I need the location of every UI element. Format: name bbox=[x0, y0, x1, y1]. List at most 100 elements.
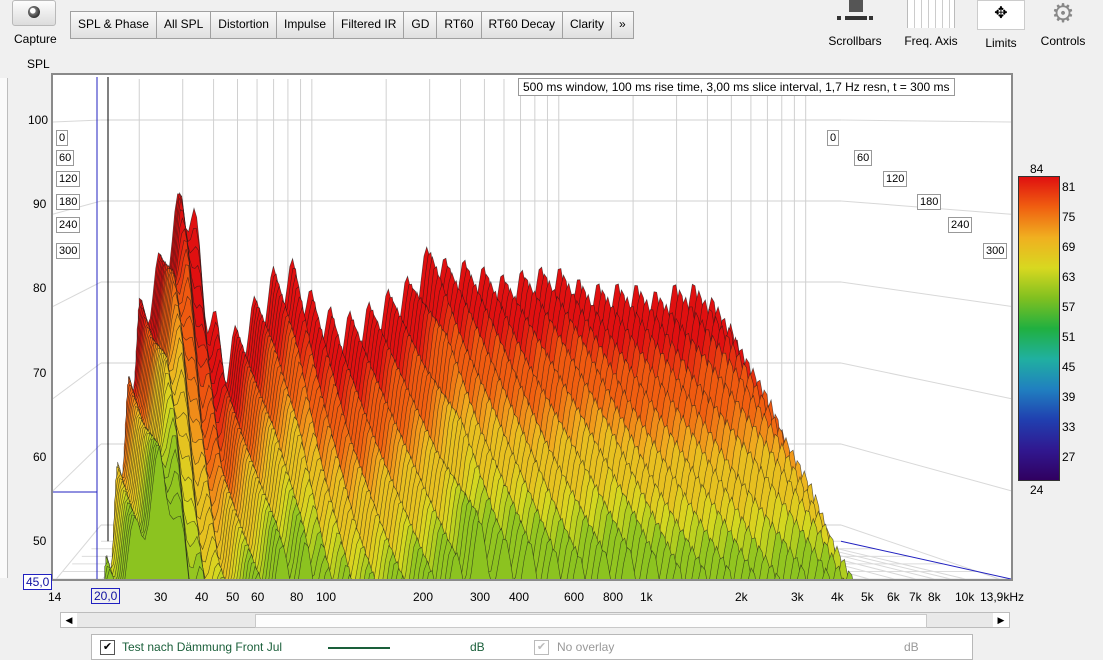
y-cursor-readout: 45,0 bbox=[23, 574, 53, 590]
colorbar-tick: 27 bbox=[1062, 450, 1076, 464]
y-axis-title: SPL bbox=[27, 57, 50, 71]
y-tick-label: 90 bbox=[33, 197, 47, 211]
x-tick-label: 800 bbox=[603, 590, 624, 604]
freq-axis-label: Freq. Axis bbox=[904, 34, 958, 48]
x-tick-label: 50 bbox=[226, 590, 240, 604]
colorbar-tick: 75 bbox=[1062, 210, 1076, 224]
colorbar-tick: 39 bbox=[1062, 390, 1076, 404]
scroll-left-arrow-icon[interactable]: ◀ bbox=[61, 613, 77, 627]
colorbar-tick: 69 bbox=[1062, 240, 1076, 254]
time-tick-right: 180 bbox=[917, 194, 942, 210]
gear-icon: ⚙ bbox=[1051, 0, 1075, 28]
grid-line bbox=[840, 119, 1011, 123]
info-text: 500 ms window, 100 ms rise time, 3,00 ms… bbox=[518, 78, 955, 96]
x-tick-label: 5k bbox=[861, 590, 874, 604]
freq-axis-icon bbox=[907, 0, 955, 28]
capture-button[interactable] bbox=[12, 0, 56, 26]
time-tick-left: 180 bbox=[56, 194, 81, 210]
time-tick-left: 60 bbox=[56, 150, 75, 166]
grid-line bbox=[53, 443, 102, 492]
x-tick-label: 1k bbox=[640, 590, 653, 604]
x-tick-label: 14 bbox=[48, 590, 62, 604]
tab-more[interactable]: » bbox=[612, 12, 633, 38]
x-tick-label: 10k bbox=[955, 590, 975, 604]
trace-label: Test nach Dämmung Front Jul bbox=[122, 640, 283, 654]
time-tick-left: 240 bbox=[56, 217, 81, 233]
grid-line bbox=[53, 119, 102, 123]
tab-gd[interactable]: GD bbox=[404, 12, 438, 38]
tab-bar: SPL & Phase All SPL Distortion Impulse F… bbox=[70, 11, 634, 39]
limits-tool[interactable]: ✥ Limits bbox=[975, 0, 1027, 50]
tab-filtered-ir[interactable]: Filtered IR bbox=[334, 12, 405, 38]
grid-line bbox=[840, 443, 1011, 492]
x-tick-label: 4k bbox=[831, 590, 844, 604]
tab-distortion[interactable]: Distortion bbox=[211, 12, 277, 38]
x-tick-label: 13,9kHz bbox=[980, 590, 1025, 604]
time-tick-right: 300 bbox=[983, 243, 1008, 259]
x-tick-label: 600 bbox=[564, 590, 585, 604]
controls-tool[interactable]: ⚙ Controls bbox=[1034, 0, 1092, 48]
grid-line bbox=[55, 524, 102, 579]
trace-checkbox[interactable]: ✔ bbox=[100, 640, 115, 655]
x-tick-label: 60 bbox=[251, 590, 265, 604]
trace-line-swatch bbox=[328, 647, 390, 649]
x-tick-label: 80 bbox=[290, 590, 304, 604]
horizontal-scrollbar[interactable]: ◀ ▶ bbox=[60, 612, 1010, 628]
tab-all-spl[interactable]: All SPL bbox=[156, 12, 212, 38]
grid-line bbox=[840, 524, 1001, 579]
overlay-label: No overlay bbox=[557, 640, 615, 654]
colorbar-tick: 63 bbox=[1062, 270, 1076, 284]
scrollbars-label: Scrollbars bbox=[828, 34, 882, 48]
time-tick-right: 240 bbox=[948, 217, 973, 233]
colorbar-gradient bbox=[1018, 176, 1060, 481]
overlay-checkbox[interactable]: ✔ bbox=[534, 640, 549, 655]
x-tick-label: 200 bbox=[413, 590, 434, 604]
tab-rt60-decay[interactable]: RT60 Decay bbox=[481, 12, 563, 38]
x-tick-label: 6k bbox=[887, 590, 900, 604]
scrollbar-thumb[interactable] bbox=[255, 614, 927, 628]
camera-icon bbox=[28, 6, 40, 18]
colorbar-min: 24 bbox=[1030, 483, 1044, 497]
tab-rt60[interactable]: RT60 bbox=[437, 12, 482, 38]
limits-icon: ✥ bbox=[977, 0, 1025, 30]
overlay-unit: dB bbox=[904, 640, 919, 654]
legend-bar: ✔ Test nach Dämmung Front Jul dB ✔ No ov… bbox=[91, 634, 973, 660]
x-cursor-readout: 20,0 bbox=[91, 588, 121, 604]
x-tick-label: 7k bbox=[909, 590, 922, 604]
scroll-right-arrow-icon[interactable]: ▶ bbox=[993, 613, 1009, 627]
y-tick-label: 80 bbox=[33, 281, 47, 295]
time-tick-right: 120 bbox=[883, 171, 908, 187]
time-tick-right: 60 bbox=[854, 150, 873, 166]
tab-clarity[interactable]: Clarity bbox=[563, 12, 613, 38]
grid-line bbox=[840, 362, 1011, 400]
grid-line bbox=[53, 362, 102, 400]
colorbar-tick: 57 bbox=[1062, 300, 1076, 314]
x-tick-label: 3k bbox=[791, 590, 804, 604]
x-tick-label: 100 bbox=[316, 590, 337, 604]
x-tick-label: 40 bbox=[195, 590, 209, 604]
y-tick-label: 70 bbox=[33, 366, 47, 380]
time-tick-left: 300 bbox=[56, 243, 81, 259]
trace-unit: dB bbox=[470, 640, 485, 654]
tab-impulse[interactable]: Impulse bbox=[276, 12, 335, 38]
y-tick-label: 50 bbox=[33, 534, 47, 548]
time-tick-left: 0 bbox=[56, 130, 69, 146]
x-tick-label: 2k bbox=[735, 590, 748, 604]
left-scrollbar[interactable] bbox=[0, 78, 8, 578]
limits-label: Limits bbox=[985, 36, 1017, 50]
colorbar: 81 75 69 63 57 51 45 39 33 27 bbox=[1018, 176, 1075, 481]
scrollbars-tool[interactable]: Scrollbars bbox=[822, 0, 888, 48]
capture-label: Capture bbox=[14, 32, 57, 46]
colorbar-max: 84 bbox=[1030, 162, 1044, 176]
scrollbars-icon bbox=[835, 0, 875, 28]
grid-line bbox=[840, 281, 1011, 307]
time-tick-right: 0 bbox=[827, 130, 840, 146]
x-tick-label: 8k bbox=[928, 590, 941, 604]
time-tick-left: 120 bbox=[56, 171, 81, 187]
freq-axis-tool[interactable]: Freq. Axis bbox=[896, 0, 966, 48]
x-tick-label: 400 bbox=[509, 590, 530, 604]
tab-spl-phase[interactable]: SPL & Phase bbox=[71, 12, 157, 38]
colorbar-tick: 33 bbox=[1062, 420, 1076, 434]
colorbar-tick: 51 bbox=[1062, 330, 1076, 344]
colorbar-tick: 81 bbox=[1062, 180, 1076, 194]
